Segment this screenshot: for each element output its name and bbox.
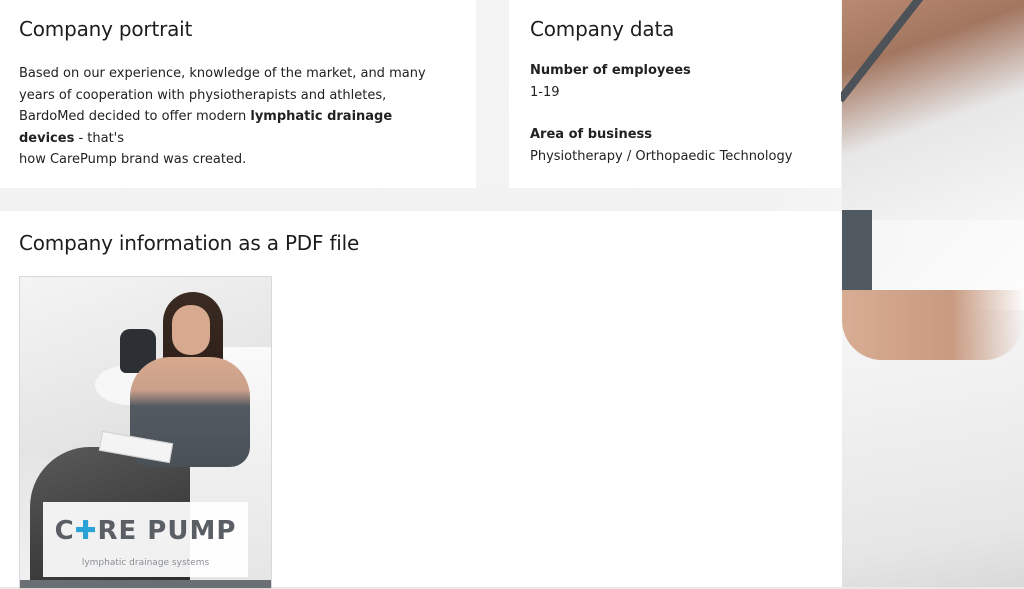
logo-plus-icon: ✚ [74, 516, 98, 546]
thumbnail-photo-face [172, 305, 210, 355]
company-portrait-text: Based on our experience, knowledge of th… [19, 63, 449, 171]
carepump-logo-box: C✚RE PUMP lymphatic drainage systems [43, 502, 248, 577]
employees-label: Number of employees [530, 63, 691, 78]
logo-tagline: lymphatic drainage systems [81, 558, 210, 568]
business-area-value: Physiotherapy / Orthopaedic Technology [530, 149, 793, 164]
background-photo-top [842, 210, 872, 290]
company-data-panel: Company data Number of employees 1-19 Ar… [509, 0, 841, 188]
logo-text-right: RE PUMP [97, 516, 237, 546]
company-pdf-panel: Company information as a PDF file C✚RE P… [0, 211, 842, 589]
background-photo-shoulder [842, 0, 1024, 220]
pdf-thumbnail-link[interactable]: C✚RE PUMP lymphatic drainage systems [19, 276, 272, 589]
company-portrait-panel: Company portrait Based on our experience… [0, 0, 476, 188]
company-data-title: Company data [530, 17, 675, 41]
logo-text-left: C [54, 516, 75, 546]
company-portrait-title: Company portrait [19, 17, 193, 41]
portrait-text-part2: - that's [74, 130, 125, 146]
background-photo-arm [842, 290, 1024, 360]
carepump-logo: C✚RE PUMP [43, 516, 248, 546]
business-area-label: Area of business [530, 127, 653, 142]
employees-value: 1-19 [530, 85, 560, 100]
portrait-text-part3: how CarePump brand was created. [19, 152, 247, 167]
company-pdf-title: Company information as a PDF file [19, 231, 360, 255]
